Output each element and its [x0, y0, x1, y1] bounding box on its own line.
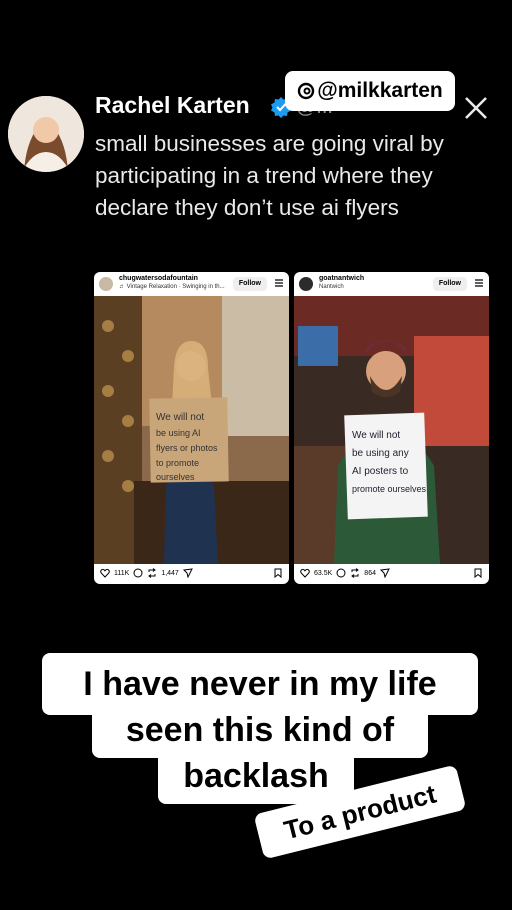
- post-actions: 63.5K 864: [294, 564, 489, 582]
- heart-icon[interactable]: [300, 568, 310, 578]
- post-photo: We will not be using AI flyers or photos…: [94, 296, 289, 574]
- embedded-post-2[interactable]: goatnantwich Nantwich Follow We will not…: [294, 272, 489, 584]
- post-username[interactable]: goatnantwich: [319, 275, 364, 282]
- svg-text:We will not: We will not: [156, 412, 204, 423]
- svg-text:promote ourselves: promote ourselves: [352, 484, 427, 494]
- repost-icon[interactable]: [147, 568, 157, 578]
- x-logo-icon: [465, 97, 487, 119]
- heart-icon[interactable]: [100, 568, 110, 578]
- post-avatar[interactable]: [99, 277, 113, 291]
- svg-text:be using AI: be using AI: [156, 428, 201, 438]
- share-icon[interactable]: [379, 568, 390, 578]
- menu-icon[interactable]: [474, 278, 484, 288]
- follow-button[interactable]: Follow: [432, 277, 467, 291]
- post-actions: 111K 1,447: [94, 564, 289, 582]
- repost-icon[interactable]: [350, 568, 360, 578]
- bookmark-icon[interactable]: [273, 568, 283, 578]
- post-header: chugwatersodafountain ♬ Vintage Relaxati…: [94, 272, 289, 296]
- svg-text:be using any: be using any: [352, 448, 409, 459]
- repost-count: 1,447: [161, 569, 179, 577]
- comment-icon[interactable]: [336, 568, 346, 578]
- post-username[interactable]: chugwatersodafountain: [119, 275, 198, 282]
- handle-sticker-text: @milkkarten: [317, 79, 443, 102]
- handle-sticker: @milkkarten: [285, 71, 455, 111]
- svg-text:ourselves: ourselves: [156, 472, 195, 482]
- threads-icon: [298, 82, 315, 100]
- post-subtitle: ♬ Vintage Relaxation · Swinging in th...: [119, 284, 225, 290]
- svg-text:flyers or photos: flyers or photos: [156, 443, 218, 453]
- tweet-text: small businesses are going viral by part…: [95, 131, 444, 220]
- svg-text:We will not: We will not: [352, 430, 400, 441]
- svg-text:AI posters to: AI posters to: [352, 466, 409, 477]
- like-count: 111K: [114, 569, 130, 577]
- avatar[interactable]: [8, 96, 84, 172]
- like-count: 63.5K: [314, 569, 333, 577]
- post-photo: We will not be using any AI posters to p…: [294, 296, 489, 574]
- post-header: goatnantwich Nantwich Follow: [294, 272, 489, 296]
- author-name[interactable]: Rachel Karten: [95, 92, 250, 119]
- svg-text:to promote: to promote: [156, 458, 199, 468]
- menu-icon[interactable]: [274, 278, 284, 288]
- bookmark-icon[interactable]: [473, 568, 483, 578]
- post-subtitle: Nantwich: [319, 284, 344, 290]
- repost-count: 864: [364, 569, 376, 577]
- comment-icon[interactable]: [133, 568, 143, 578]
- follow-button[interactable]: Follow: [232, 277, 267, 291]
- caption-line-3: backlash: [158, 748, 354, 804]
- share-icon[interactable]: [182, 568, 193, 578]
- embedded-post-1[interactable]: chugwatersodafountain ♬ Vintage Relaxati…: [94, 272, 289, 584]
- post-avatar[interactable]: [299, 277, 313, 291]
